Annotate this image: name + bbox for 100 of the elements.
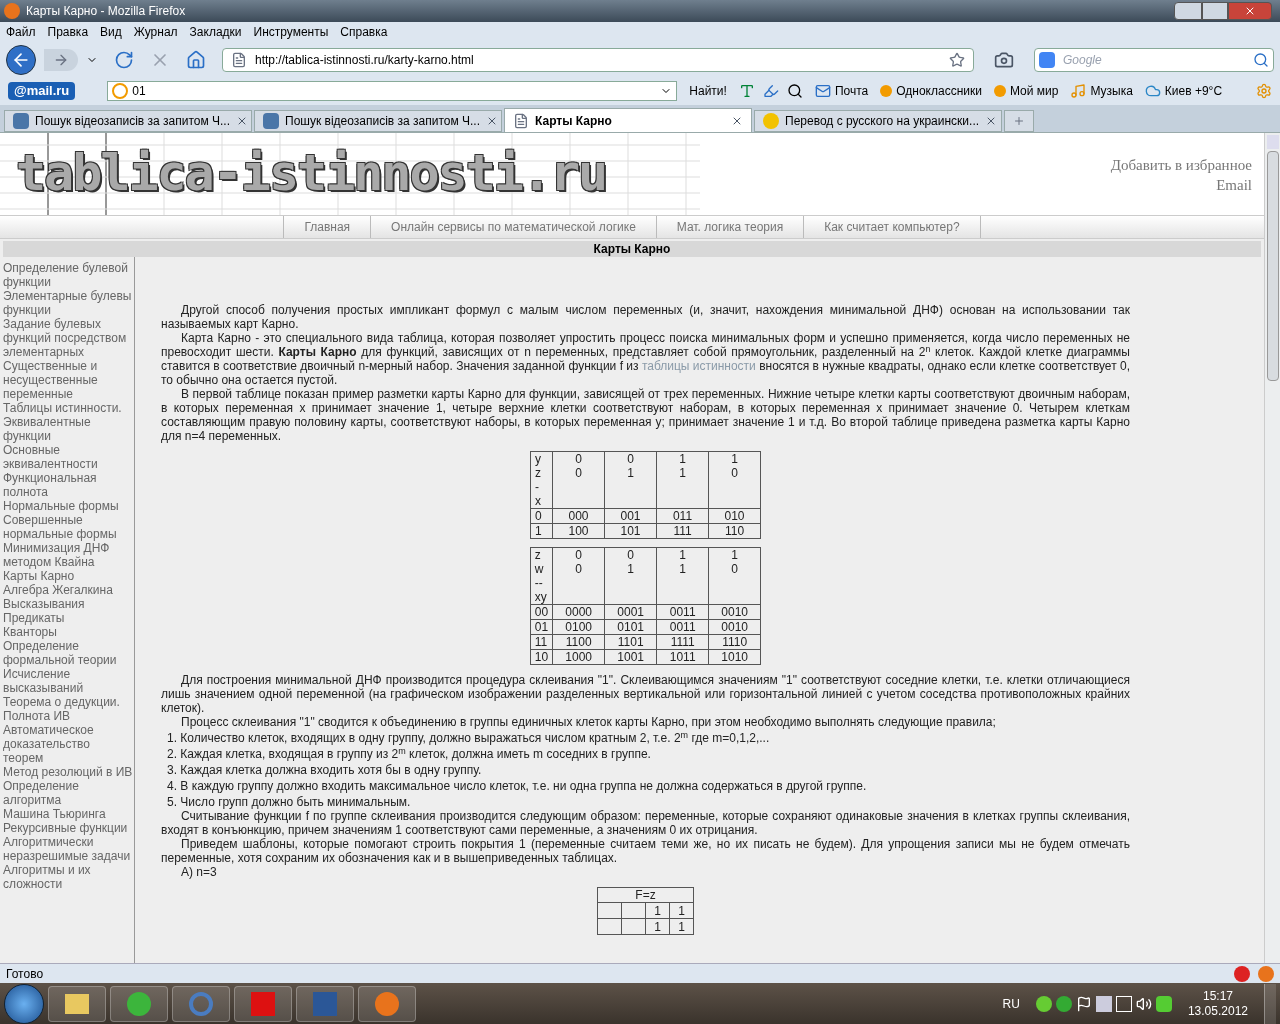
table-cell: 1001 xyxy=(604,649,657,665)
sidebar-link[interactable]: Алгебра Жегалкина xyxy=(3,583,133,597)
menu-item[interactable]: Файл xyxy=(6,23,36,41)
table-cell xyxy=(621,918,646,935)
table-cell: 0101 xyxy=(604,619,657,635)
find-button[interactable]: Найти! xyxy=(685,82,731,100)
sidebar-link[interactable]: Функциональная полнота xyxy=(3,471,133,499)
sidebar-link[interactable]: Предикаты xyxy=(3,611,133,625)
taskbar-button[interactable] xyxy=(172,985,230,1022)
nav-menu-item[interactable]: Как считает компьютер? xyxy=(804,216,981,238)
menu-item[interactable]: Закладки xyxy=(189,23,242,41)
browser-tab[interactable]: Пошук відеозаписів за запитом Ч... xyxy=(254,110,502,132)
vertical-scrollbar[interactable] xyxy=(1264,133,1280,963)
sidebar-link[interactable]: Машина Тьюринга xyxy=(3,807,133,821)
tab-label: Пошук відеозаписів за запитом Ч... xyxy=(285,113,481,130)
browser-tab[interactable]: Пошук відеозаписів за запитом Ч... xyxy=(4,110,252,132)
menu-item[interactable]: Вид xyxy=(100,23,122,41)
toolbar-link[interactable]: Почта xyxy=(814,82,869,100)
maximize-button[interactable] xyxy=(1202,2,1228,20)
sidebar-link[interactable]: Основные эквивалентности xyxy=(3,443,133,471)
taskbar-button[interactable] xyxy=(110,985,168,1022)
toolbar-search-field[interactable]: 01 xyxy=(107,81,678,101)
table-cell: 111 xyxy=(656,523,709,539)
back-button[interactable] xyxy=(6,44,36,75)
toolbar-link[interactable]: Музыка xyxy=(1070,82,1133,100)
sidebar-link[interactable]: Элементарные булевы функции xyxy=(3,289,133,317)
nav-menu-item[interactable]: Мат. логика теория xyxy=(656,216,805,238)
browser-tab[interactable]: Перевод с русского на украински... xyxy=(754,110,1002,132)
toolbar-link[interactable]: Мой мир xyxy=(993,82,1059,100)
paragraph: А) n=3 xyxy=(180,865,218,879)
language-indicator[interactable]: RU xyxy=(1002,994,1020,1013)
sidebar-link[interactable]: Полнота ИВ xyxy=(3,709,133,723)
sidebar-link[interactable]: Нормальные формы xyxy=(3,499,133,513)
taskbar-button[interactable] xyxy=(234,985,292,1022)
header-link[interactable]: Добавить в избранное xyxy=(1110,155,1252,175)
search-icon[interactable] xyxy=(1253,51,1269,68)
sidebar-link[interactable]: Определение формальной теории xyxy=(3,639,133,667)
mail-logo[interactable]: @mail.ru xyxy=(8,82,76,100)
tab-label: Пошук відеозаписів за запитом Ч... xyxy=(35,113,231,130)
table-cell: 0001 xyxy=(604,604,657,620)
show-desktop-button[interactable] xyxy=(1264,983,1276,1024)
reload-icon[interactable] xyxy=(114,49,134,70)
minimize-button[interactable] xyxy=(1174,2,1202,20)
home-icon[interactable] xyxy=(186,49,206,70)
browser-tab[interactable]: Карты Карно xyxy=(504,108,752,132)
sidebar-link[interactable]: Метод резолюций в ИВ xyxy=(3,765,133,779)
table-cell: 0011 xyxy=(656,604,709,620)
sidebar-link[interactable]: Определение булевой функции xyxy=(3,261,133,289)
menu-item[interactable]: Справка xyxy=(340,23,388,41)
sidebar-link[interactable]: Эквивалентные функции xyxy=(3,415,133,443)
font-icon[interactable] xyxy=(738,83,755,99)
toolbar-link[interactable]: Киев +9°C xyxy=(1144,82,1223,100)
nav-menu-item[interactable]: Онлайн сервисы по математической логике xyxy=(371,216,657,238)
sidebar-link[interactable]: Исчисление высказываний xyxy=(3,667,133,695)
clock-time[interactable]: 15:17 xyxy=(1202,988,1233,1004)
table-cell: 000 xyxy=(552,508,605,524)
table-cell: 0000 xyxy=(552,604,605,620)
clock-date[interactable]: 13.05.2012 xyxy=(1187,1003,1248,1019)
table-cell: 110 xyxy=(708,523,761,539)
tray-icon[interactable] xyxy=(1035,995,1052,1012)
table-cell: 0010 xyxy=(708,619,761,635)
sidebar-link[interactable]: Теорема о дедукции. xyxy=(3,695,133,709)
scrollbar-thumb[interactable] xyxy=(1266,151,1279,381)
menu-item[interactable]: Правка xyxy=(47,23,89,41)
table-cell xyxy=(621,902,646,919)
sidebar-link[interactable]: Алгоритмы и их сложности xyxy=(3,863,133,891)
address-field[interactable]: http://tablica-istinnosti.ru/karty-karno.html xyxy=(222,47,974,72)
sidebar-link[interactable]: Автоматическое доказательство теорем xyxy=(3,723,133,765)
menu-item[interactable]: Журнал xyxy=(133,23,178,41)
toolbar-link[interactable]: Одноклассники xyxy=(880,82,982,100)
bookmark-star-icon[interactable] xyxy=(949,51,965,68)
sidebar-link[interactable]: Карты Карно xyxy=(3,569,133,583)
taskbar-button[interactable] xyxy=(296,985,354,1022)
highlighter-icon[interactable] xyxy=(762,83,779,99)
start-button[interactable] xyxy=(4,983,44,1024)
sidebar-link[interactable]: Совершенные нормальные формы xyxy=(3,513,133,541)
sidebar-link[interactable]: Кванторы xyxy=(3,625,133,639)
sidebar-link[interactable]: Таблицы истинности. xyxy=(3,401,133,415)
sidebar-link[interactable]: Существенные и несущественные переменные xyxy=(3,359,133,401)
tray-icon[interactable] xyxy=(1055,995,1072,1012)
settings-icon[interactable] xyxy=(1256,83,1272,99)
search-field[interactable]: Google xyxy=(1034,47,1274,72)
paragraph: Для построения минимальной ДНФ производится процедура склеивания "1". Склеивающимся значениям "1" соответствуют соседние клетки, т.е. клетки отличающиеся лишь значением одной переменной (на графическом изображении разделенных вертикальной или горизонтальной линией с учетом соседства противоположных крайних клеток). xyxy=(161,673,1130,715)
header-link[interactable]: Email xyxy=(1216,175,1252,195)
nav-menu-item[interactable]: Главная xyxy=(283,216,372,238)
table-cell: 1110 xyxy=(708,634,761,650)
sidebar-link[interactable]: Рекурсивные функции xyxy=(3,821,133,835)
flag-icon[interactable] xyxy=(1075,995,1092,1012)
taskbar-button[interactable] xyxy=(48,985,106,1022)
forward-button[interactable] xyxy=(44,48,78,71)
sidebar-link[interactable]: Алгоритмически неразрешимые задачи xyxy=(3,835,133,863)
taskbar-button[interactable] xyxy=(358,985,416,1022)
volume-icon[interactable] xyxy=(1135,995,1152,1012)
sidebar-link[interactable]: Задание булевых функций посредством элементарных xyxy=(3,317,133,359)
sidebar-link[interactable]: Высказывания xyxy=(3,597,133,611)
sidebar-link[interactable]: Определение алгоритма xyxy=(3,779,133,807)
menu-item[interactable]: Инструменты xyxy=(253,23,329,41)
table-cell: 1000 xyxy=(552,649,605,665)
sidebar-link[interactable]: Минимизация ДНФ методом Квайна xyxy=(3,541,133,569)
zoom-icon[interactable] xyxy=(786,83,803,99)
